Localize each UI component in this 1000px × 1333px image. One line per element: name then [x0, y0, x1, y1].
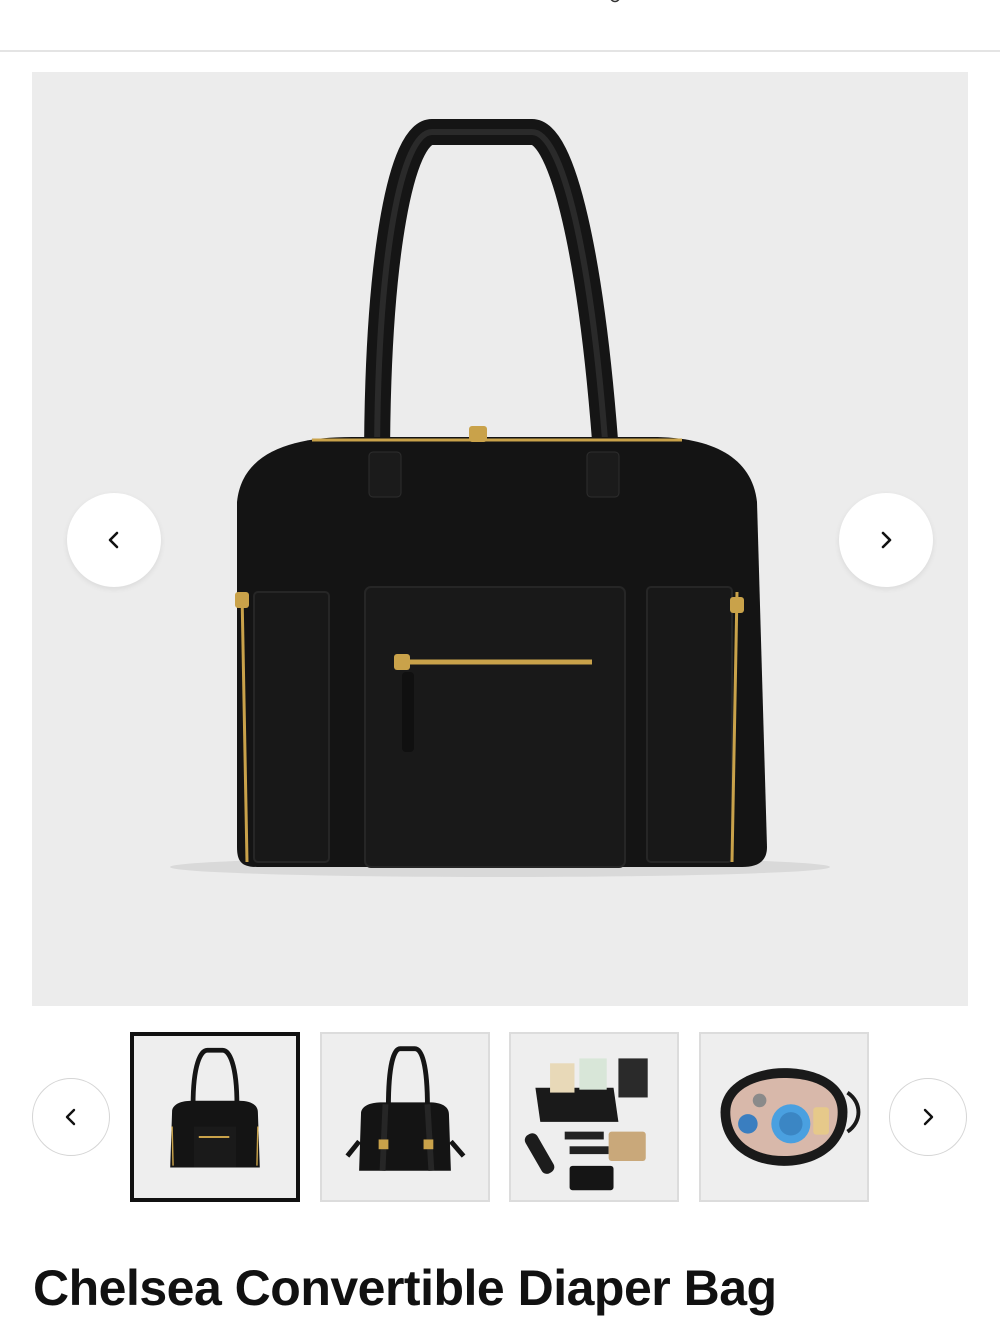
bag-interior-thumbnail-image: [701, 1034, 867, 1200]
chevron-left-icon: [65, 1108, 76, 1126]
product-hero-image: [32, 72, 968, 1006]
bag-contents-thumbnail-image: [511, 1034, 677, 1200]
product-title: Chelsea Convertible Diaper Bag: [33, 1260, 777, 1316]
brand-logo-icon[interactable]: [604, 0, 626, 8]
thumbnail-next-button[interactable]: [889, 1078, 967, 1156]
thumbnail-bag-front[interactable]: [130, 1032, 300, 1202]
bag-front-thumbnail-image: [134, 1036, 296, 1198]
thumbnail-prev-button[interactable]: [32, 1078, 110, 1156]
thumbnail-bag-back[interactable]: [320, 1032, 490, 1202]
thumbnail-bag-interior[interactable]: [699, 1032, 869, 1202]
black-diaper-bag-image: [170, 119, 830, 877]
site-header: [0, 0, 1000, 52]
chevron-right-icon: [923, 1108, 934, 1126]
chevron-right-icon: [881, 531, 892, 549]
thumbnail-bag-contents[interactable]: [509, 1032, 679, 1202]
hero-next-button[interactable]: [839, 493, 933, 587]
chevron-left-icon: [108, 531, 119, 549]
thumbnail-carousel: [0, 1030, 1000, 1205]
bag-back-thumbnail-image: [322, 1034, 488, 1200]
hero-prev-button[interactable]: [67, 493, 161, 587]
